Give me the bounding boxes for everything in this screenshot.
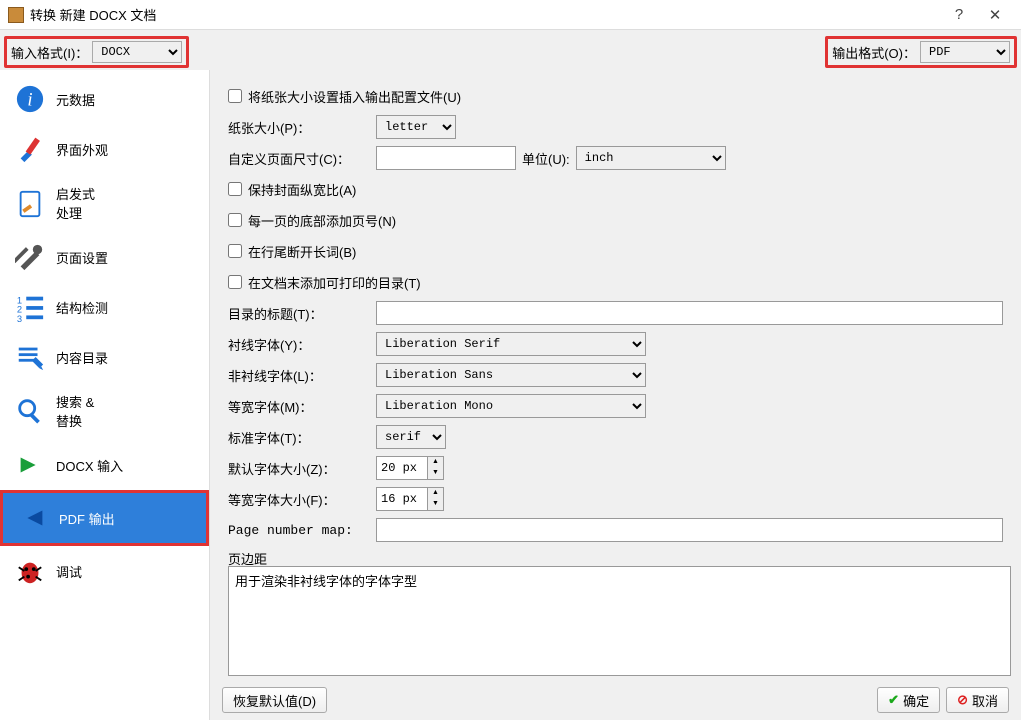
add-toc-checkbox[interactable] [228,275,242,289]
close-button[interactable]: ✕ [977,6,1013,24]
spin-up-icon[interactable]: ▲ [428,488,443,499]
paper-size-label: 纸张大小(P)： [228,118,376,137]
sidebar-label: PDF 输出 [59,509,115,528]
toc-icon [12,342,48,372]
page-numbers-label: 每一页的底部添加页号(N) [248,211,396,230]
sidebar-label: 调试 [56,562,82,581]
def-size-label: 默认字体大小(Z)： [228,459,376,478]
mono-size-input[interactable] [376,487,428,511]
page-numbers-checkbox[interactable] [228,213,242,227]
add-toc-label: 在文档末添加可打印的目录(T) [248,273,421,292]
output-format-select[interactable]: PDF [920,41,1010,63]
mono-font-select[interactable]: Liberation Mono [376,394,646,418]
std-font-select[interactable]: serif [376,425,446,449]
paper-size-select[interactable]: letter [376,115,456,139]
form-scroll[interactable]: 将纸张大小设置插入输出配置文件(U) 纸张大小(P)： letter 自定义页面… [210,70,1021,566]
mono-size-label: 等宽字体大小(F)： [228,490,376,509]
break-words-label: 在行尾断开长词(B) [248,242,356,261]
input-format-box: 输入格式(I)： DOCX [4,36,189,68]
sidebar-item-docx-input[interactable]: DOCX 输入 [0,440,209,490]
preserve-cover-label: 保持封面纵宽比(A) [248,180,356,199]
sidebar-item-heuristic[interactable]: 启发式 处理 [0,174,209,232]
sidebar-label: 页面设置 [56,248,108,267]
app-icon [8,7,24,23]
sidebar-label: DOCX 输入 [56,456,123,475]
page-number-map-input[interactable] [376,518,1003,542]
serif-font-label: 衬线字体(Y)： [228,335,376,354]
cancel-button[interactable]: ⊘ 取消 [946,687,1009,713]
info-icon: i [12,84,48,114]
brush-icon [12,134,48,164]
sidebar: i 元数据 界面外观 启发式 处理 页面设置 [0,70,210,720]
sidebar-label: 元数据 [56,90,95,109]
help-text: 用于渲染非衬线字体的字体字型 [235,574,417,589]
sidebar-label: 启发式 处理 [56,184,95,222]
custom-size-label: 自定义页面尺寸(C)： [228,149,376,168]
spin-down-icon[interactable]: ▼ [428,468,443,479]
mono-font-label: 等宽字体(M)： [228,397,376,416]
sidebar-label: 界面外观 [56,140,108,159]
sidebar-item-search-replace[interactable]: 搜索 & 替换 [0,382,209,440]
main-panel: 将纸张大小设置插入输出配置文件(U) 纸张大小(P)： letter 自定义页面… [210,70,1021,720]
def-size-input[interactable] [376,456,428,480]
sans-font-select[interactable]: Liberation Sans [376,363,646,387]
sidebar-item-structure[interactable]: 123 结构检测 [0,282,209,332]
sidebar-label: 内容目录 [56,348,108,367]
button-bar: 恢复默认值(D) ✔ 确定 ⊘ 取消 [210,680,1021,720]
ok-button[interactable]: ✔ 确定 [877,687,940,713]
unit-label: 单位(U): [522,149,570,168]
toc-title-input[interactable] [376,301,1003,325]
input-format-select[interactable]: DOCX [92,41,182,63]
sidebar-item-page-setup[interactable]: 页面设置 [0,232,209,282]
check-icon: ✔ [888,692,899,708]
insert-pagesize-checkbox[interactable] [228,89,242,103]
sidebar-item-metadata[interactable]: i 元数据 [0,74,209,124]
sidebar-item-pdf-output[interactable]: PDF 输出 [0,490,209,546]
insert-pagesize-label: 将纸张大小设置插入输出配置文件(U) [248,87,461,106]
cancel-icon: ⊘ [957,692,968,708]
def-size-spinner[interactable]: ▲▼ [376,456,444,480]
spin-up-icon[interactable]: ▲ [428,457,443,468]
help-button[interactable]: ? [941,6,977,23]
list-icon: 123 [12,292,48,322]
restore-defaults-button[interactable]: 恢复默认值(D) [222,687,327,713]
format-bar: 输入格式(I)： DOCX 输出格式(O)： PDF [0,30,1021,70]
std-font-label: 标准字体(T)： [228,428,376,447]
page-number-map-label: Page number map: [228,523,376,538]
margins-header: 页边距 [228,549,1003,566]
sidebar-label: 结构检测 [56,298,108,317]
serif-font-select[interactable]: Liberation Serif [376,332,646,356]
output-format-label: 输出格式(O)： [832,43,916,62]
break-words-checkbox[interactable] [228,244,242,258]
toc-title-label: 目录的标题(T)： [228,304,376,323]
sans-font-label: 非衬线字体(L)： [228,366,376,385]
input-format-label: 输入格式(I)： [11,43,88,62]
preserve-cover-checkbox[interactable] [228,182,242,196]
sidebar-item-toc[interactable]: 内容目录 [0,332,209,382]
window-title: 转换 新建 DOCX 文档 [30,5,941,24]
bug-icon [12,556,48,586]
output-format-box: 输出格式(O)： PDF [825,36,1017,68]
output-arrow-icon [15,503,51,533]
svg-text:i: i [27,90,32,111]
titlebar: 转换 新建 DOCX 文档 ? ✕ [0,0,1021,30]
mono-size-spinner[interactable]: ▲▼ [376,487,444,511]
wand-icon [12,188,48,218]
input-arrow-icon [12,450,48,480]
help-text-box: 用于渲染非衬线字体的字体字型 [228,566,1011,676]
tools-icon [12,242,48,272]
sidebar-item-debug[interactable]: 调试 [0,546,209,596]
unit-select[interactable]: inch [576,146,726,170]
spin-down-icon[interactable]: ▼ [428,499,443,510]
sidebar-label: 搜索 & 替换 [56,392,94,430]
custom-size-input[interactable] [376,146,516,170]
sidebar-item-look-feel[interactable]: 界面外观 [0,124,209,174]
search-icon [12,396,48,426]
svg-text:3: 3 [17,314,22,322]
